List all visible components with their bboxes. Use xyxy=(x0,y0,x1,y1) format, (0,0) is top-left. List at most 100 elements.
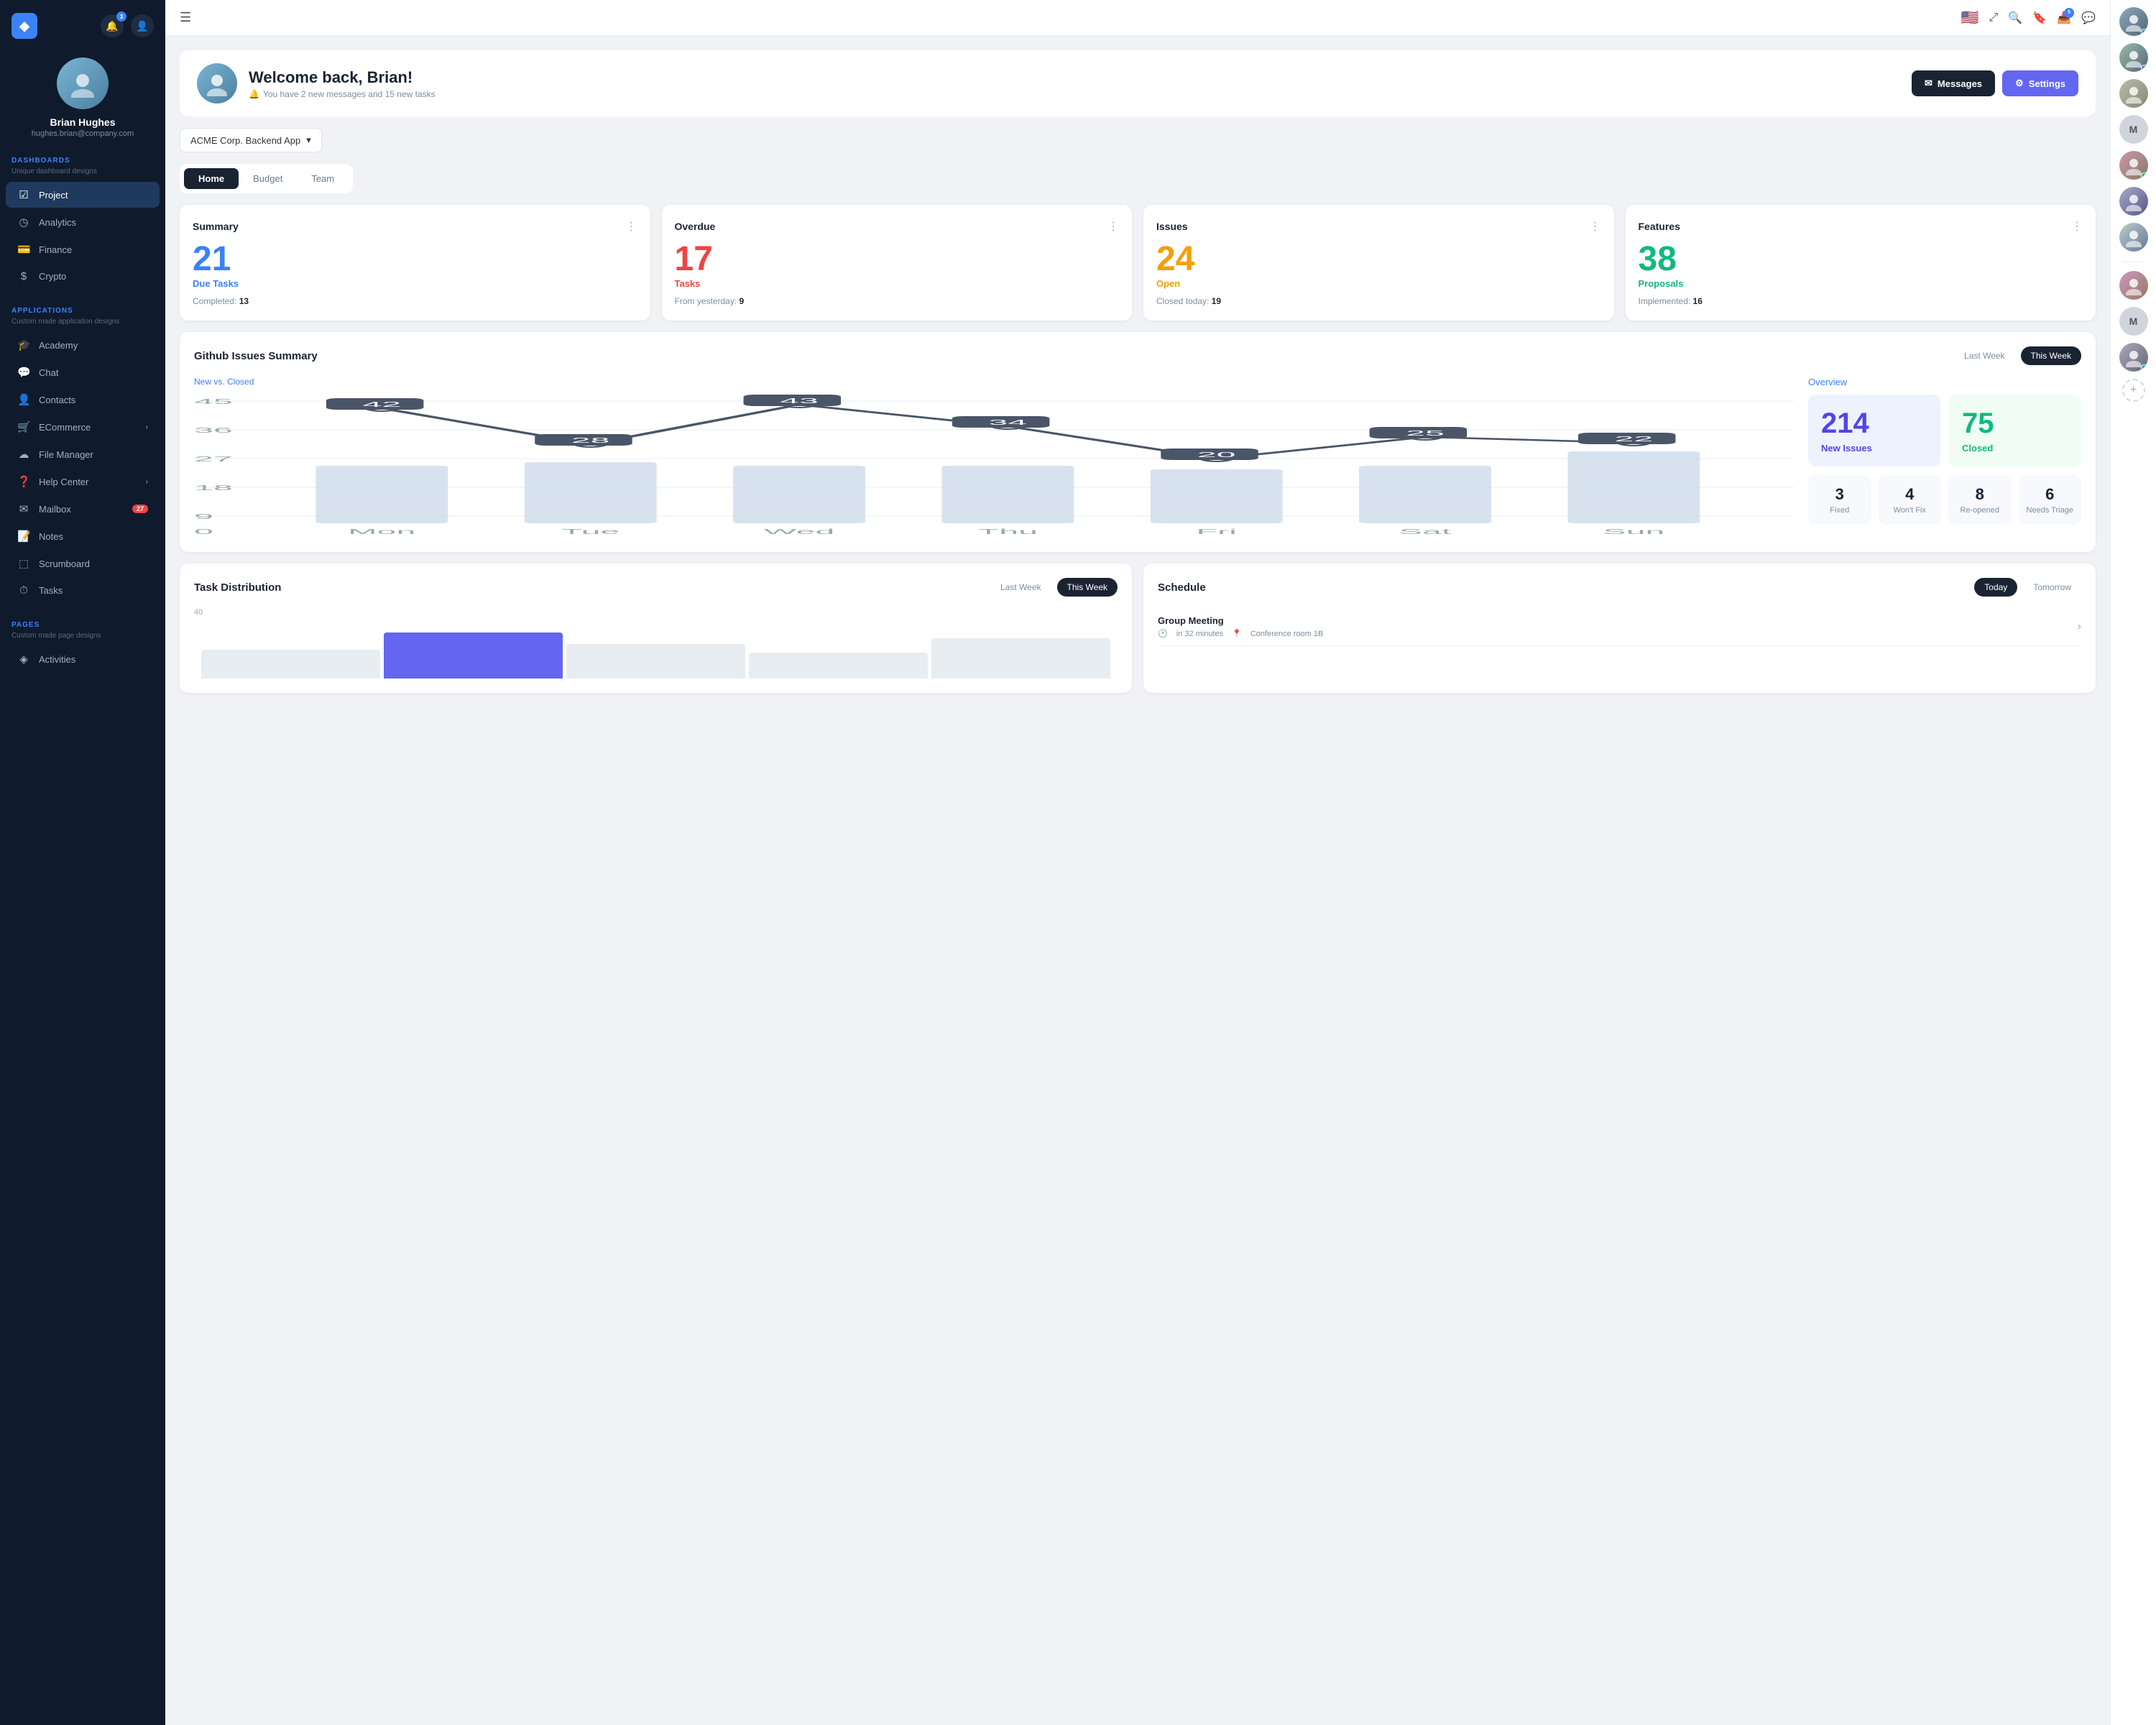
right-panel: M M + xyxy=(2110,0,2156,1725)
right-panel-avatar-4[interactable] xyxy=(2119,151,2148,180)
chevron-down-icon: ▾ xyxy=(306,134,311,146)
fixed-label: Fixed xyxy=(1815,506,1864,515)
right-panel-avatar-6[interactable] xyxy=(2119,223,2148,252)
tab-budget[interactable]: Budget xyxy=(239,168,297,189)
finance-icon: 💳 xyxy=(17,243,30,256)
search-icon[interactable]: 🔍 xyxy=(2008,11,2022,25)
task-last-week-button[interactable]: Last Week xyxy=(990,578,1051,597)
sidebar-item-label: Scrumboard xyxy=(39,558,90,569)
tab-home[interactable]: Home xyxy=(184,168,239,189)
sidebar-item-finance[interactable]: 💳 Finance xyxy=(6,236,160,262)
overview-area: Overview 214 New Issues 75 Closed xyxy=(1808,377,2081,538)
svg-text:45: 45 xyxy=(194,397,233,405)
closed-label: Closed xyxy=(1962,443,2068,454)
helpcenter-icon: ❓ xyxy=(17,475,30,488)
notification-badge: 3 xyxy=(116,12,126,22)
sidebar-item-academy[interactable]: 🎓 Academy xyxy=(6,332,160,358)
scrumboard-icon: ⬚ xyxy=(17,557,30,570)
right-panel-avatar-m[interactable]: M xyxy=(2119,115,2148,144)
sidebar-item-project[interactable]: ☑ Project xyxy=(6,182,160,208)
right-panel-avatar-1[interactable] xyxy=(2119,7,2148,36)
mailbox-icon: ✉ xyxy=(17,502,30,515)
schedule-item-info: Group Meeting 🕐 in 32 minutes 📍 Conferen… xyxy=(1158,615,1323,638)
card-menu-dots[interactable]: ⋮ xyxy=(1590,219,1601,234)
sidebar-item-contacts[interactable]: 👤 Contacts xyxy=(6,387,160,413)
svg-text:20: 20 xyxy=(1197,451,1236,459)
last-week-button[interactable]: Last Week xyxy=(1954,346,2014,365)
this-week-button[interactable]: This Week xyxy=(2021,346,2081,365)
triage-label: Needs Triage xyxy=(2026,506,2075,515)
bar xyxy=(931,638,1110,678)
sidebar-item-label: Mailbox xyxy=(39,504,71,515)
overview-label: Overview xyxy=(1808,377,2081,387)
applications-section-label: APPLICATIONS xyxy=(0,297,165,318)
sidebar-item-helpcenter[interactable]: ❓ Help Center › xyxy=(6,469,160,494)
sidebar-item-crypto[interactable]: $ Crypto xyxy=(6,264,160,289)
svg-text:Wed: Wed xyxy=(764,528,835,535)
schedule-item: Group Meeting 🕐 in 32 minutes 📍 Conferen… xyxy=(1158,608,2081,646)
bookmark-icon[interactable]: 🔖 xyxy=(2032,11,2047,25)
sidebar-item-activities[interactable]: ◈ Activities xyxy=(6,646,160,672)
main-content: ☰ 🇺🇸 ⤢ 🔍 🔖 📥 5 💬 xyxy=(165,0,2110,1725)
notification-bell-button[interactable]: 🔔 3 xyxy=(101,14,124,37)
svg-text:Fri: Fri xyxy=(1196,528,1236,535)
right-panel-avatar-8[interactable] xyxy=(2119,343,2148,372)
sidebar-item-analytics[interactable]: ◷ Analytics xyxy=(6,209,160,235)
right-panel-avatar-7[interactable] xyxy=(2119,271,2148,300)
settings-button[interactable]: ⚙ Settings xyxy=(2002,70,2078,96)
right-panel-avatar-m2[interactable]: M xyxy=(2119,307,2148,336)
add-user-button[interactable]: + xyxy=(2122,379,2145,402)
sidebar-item-label: Notes xyxy=(39,531,63,542)
sidebar-item-filemanager[interactable]: ☁ File Manager xyxy=(6,441,160,467)
sidebar-item-label: Finance xyxy=(39,244,72,255)
tomorrow-button[interactable]: Tomorrow xyxy=(2023,578,2081,597)
closed-number: 75 xyxy=(1962,408,2068,440)
sidebar-item-notes[interactable]: 📝 Notes xyxy=(6,523,160,549)
schedule-header: Schedule Today Tomorrow xyxy=(1158,578,2081,597)
right-panel-avatar-3[interactable] xyxy=(2119,79,2148,108)
tasks-icon: ⏱ xyxy=(17,584,30,597)
svg-text:43: 43 xyxy=(780,397,819,405)
sidebar-item-scrumboard[interactable]: ⬚ Scrumboard xyxy=(6,551,160,576)
messages-button[interactable]: ✉ Messages xyxy=(1912,70,1995,96)
sidebar-item-chat[interactable]: 💬 Chat xyxy=(6,359,160,385)
schedule-arrow-icon[interactable]: › xyxy=(2078,620,2081,633)
task-week-toggles: Last Week This Week xyxy=(990,578,1118,597)
svg-text:28: 28 xyxy=(571,436,610,444)
app-selector: ACME Corp. Backend App ▾ xyxy=(180,128,2096,152)
card-menu-dots[interactable]: ⋮ xyxy=(626,219,637,234)
location-icon: 📍 xyxy=(1232,629,1242,638)
card-title: Features xyxy=(1639,221,1680,232)
features-card: Features ⋮ 38 Proposals Implemented: 16 xyxy=(1626,205,2096,321)
flag-icon[interactable]: 🇺🇸 xyxy=(1961,9,1979,27)
fixed-stat: 3 Fixed xyxy=(1808,475,1871,525)
today-button[interactable]: Today xyxy=(1974,578,2017,597)
github-section-header: Github Issues Summary Last Week This Wee… xyxy=(194,346,2081,365)
app-logo[interactable]: ◆ xyxy=(11,13,37,39)
svg-text:0: 0 xyxy=(194,528,213,535)
chat-topbar-icon[interactable]: 💬 xyxy=(2081,11,2096,25)
sidebar-item-label: ECommerce xyxy=(39,422,91,433)
app-dropdown[interactable]: ACME Corp. Backend App ▾ xyxy=(180,128,322,152)
sidebar-item-mailbox[interactable]: ✉ Mailbox 27 xyxy=(6,496,160,522)
fullscreen-icon[interactable]: ⤢ xyxy=(1989,12,1999,24)
bell-icon: 🔔 xyxy=(249,89,259,99)
sidebar-item-ecommerce[interactable]: 🛒 ECommerce › xyxy=(6,414,160,440)
task-this-week-button[interactable]: This Week xyxy=(1057,578,1118,597)
svg-text:9: 9 xyxy=(194,512,213,520)
card-menu-dots[interactable]: ⋮ xyxy=(2071,219,2083,234)
tab-team[interactable]: Team xyxy=(297,168,349,189)
sidebar-item-tasks[interactable]: ⏱ Tasks xyxy=(6,578,160,603)
overdue-label: Tasks xyxy=(675,278,1120,289)
card-menu-dots[interactable]: ⋮ xyxy=(1107,219,1119,234)
pages-section-label: PAGES xyxy=(0,611,165,632)
right-panel-avatar-5[interactable] xyxy=(2119,187,2148,216)
bar xyxy=(201,650,380,678)
online-indicator xyxy=(2141,364,2147,371)
inbox-icon[interactable]: 📥 5 xyxy=(2057,11,2071,25)
right-panel-avatar-2[interactable] xyxy=(2119,43,2148,72)
summary-card: Summary ⋮ 21 Due Tasks Completed: 13 xyxy=(180,205,650,321)
menu-icon[interactable]: ☰ xyxy=(180,10,191,25)
user-circle-button[interactable]: 👤 xyxy=(131,14,154,37)
online-indicator xyxy=(2141,65,2147,71)
